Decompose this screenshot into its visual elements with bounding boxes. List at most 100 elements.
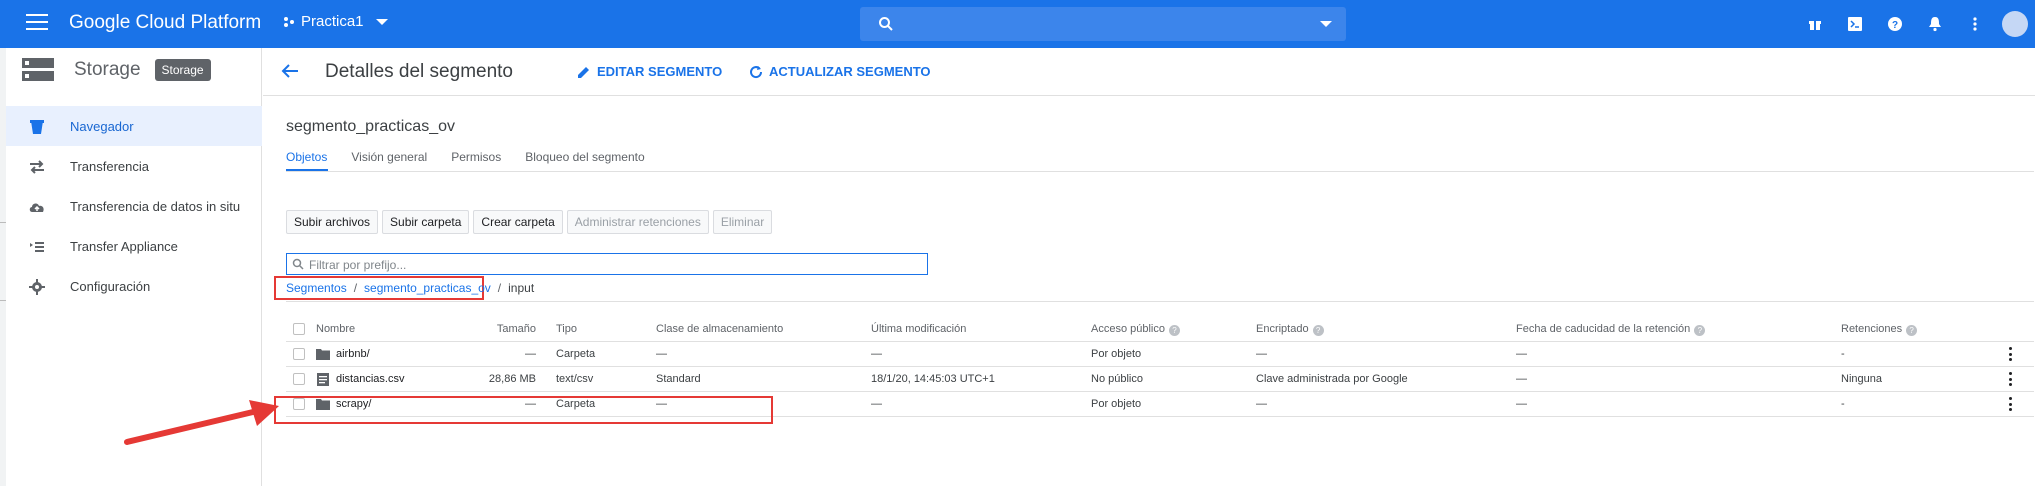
list-icon [30,242,44,252]
manage-retention-button[interactable]: Administrar retenciones [566,210,709,234]
object-actions: Subir archivos Subir carpeta Crear carpe… [286,210,773,234]
breadcrumb: Segmentos / segmento_practicas_ov / inpu… [274,276,534,300]
tab-bloqueo[interactable]: Bloqueo del segmento [525,150,644,164]
bucket-name: segmento_practicas_ov [286,118,455,135]
product-badge: Storage [154,59,211,81]
tab-objetos[interactable]: Objetos [286,150,327,164]
help-icon[interactable]: ? [1875,0,1915,48]
col-retention-expiry[interactable]: Fecha de caducidad de la retención? [1516,323,1706,336]
brand-title[interactable]: Google Cloud Platform [69,12,261,34]
tab-permisos[interactable]: Permisos [451,150,501,164]
row-menu-icon[interactable] [2009,372,2013,386]
svg-text:?: ? [1892,20,1898,31]
project-selector[interactable]: Practica1 [283,13,388,30]
page-header: Detalles del segmento EDITAR SEGMENTO AC… [263,48,2035,96]
breadcrumb-separator: / [353,281,358,295]
object-modified: — [871,348,882,360]
sidebar-item-label: Configuración [70,278,151,294]
object-retention-expiry: — [1516,348,1527,360]
object-holds: - [1841,348,1845,360]
object-encryption: — [1256,348,1267,360]
storage-icon [22,58,54,81]
create-folder-button[interactable]: Crear carpeta [473,210,563,234]
file-icon [317,373,329,386]
breadcrumb-bucket[interactable]: segmento_practicas_ov [364,281,491,295]
object-storage-class: — [656,348,667,360]
gear-icon [29,279,45,295]
gift-icon[interactable] [1795,0,1835,48]
sidebar-header: Storage Storage [6,48,261,92]
col-public-label: Acceso público [1091,323,1165,335]
object-type: text/csv [556,373,594,385]
sidebar-item-transferencia-in-situ[interactable]: Transferencia de datos in situ [6,186,262,226]
breadcrumb-separator: / [497,281,502,295]
refresh-icon [750,65,763,78]
object-public: Por objeto [1091,348,1142,360]
table-row[interactable]: airbnb/ — Carpeta — — Por objeto — — - [286,342,2034,367]
help-icon[interactable]: ? [1312,325,1324,336]
object-size: — [525,348,536,360]
col-modified[interactable]: Última modificación [871,323,966,335]
col-encryption[interactable]: Encriptado? [1256,323,1324,336]
search-dropdown-icon[interactable] [1320,21,1332,27]
col-storage-class[interactable]: Clase de almacenamiento [656,323,783,335]
col-holds-label: Retenciones [1841,323,1903,335]
cloud-upload-icon [29,203,44,212]
col-type[interactable]: Tipo [556,323,577,335]
object-storage-class: Standard [656,373,701,385]
back-arrow-icon[interactable] [281,63,299,79]
select-all-checkbox[interactable] [293,323,305,335]
tabs-divider [286,171,2034,172]
help-icon[interactable]: ? [1694,325,1706,336]
object-modified: — [871,398,882,410]
page-title: Detalles del segmento [325,61,513,82]
cloud-shell-icon[interactable] [1835,0,1875,48]
project-name: Practica1 [301,13,364,30]
refresh-bucket-label: ACTUALIZAR SEGMENTO [769,64,931,79]
object-encryption: Clave administrada por Google [1256,373,1408,385]
bucket-icon [30,120,44,134]
row-menu-icon[interactable] [2009,347,2013,361]
sidebar-item-transfer-appliance[interactable]: Transfer Appliance [6,226,262,266]
tab-vision-general[interactable]: Visión general [351,150,427,164]
row-checkbox[interactable] [293,373,305,385]
col-public[interactable]: Acceso público? [1091,323,1180,336]
menu-icon[interactable] [26,14,48,32]
object-holds: - [1841,398,1845,410]
row-menu-icon[interactable] [2009,397,2013,411]
more-vert-icon[interactable] [1955,0,1995,48]
col-holds[interactable]: Retenciones? [1841,323,1918,336]
table-row[interactable]: distancias.csv 28,86 MB text/csv Standar… [286,367,2034,392]
upload-files-button[interactable]: Subir archivos [286,210,379,234]
help-icon[interactable]: ? [1906,325,1918,336]
row-checkbox[interactable] [293,348,305,360]
sidebar-item-navegador[interactable]: Navegador [6,106,262,146]
object-name-link[interactable]: airbnb/ [336,348,370,360]
sidebar-item-transferencia[interactable]: Transferencia [6,146,262,186]
object-holds: Ninguna [1841,373,1882,385]
refresh-bucket-button[interactable]: ACTUALIZAR SEGMENTO [749,64,931,79]
sidebar-item-configuracion[interactable]: Configuración [6,266,262,306]
sidebar-title: Storage [74,59,141,80]
object-public: Por objeto [1091,398,1142,410]
upload-folder-button[interactable]: Subir carpeta [382,210,470,234]
sidebar-item-label: Navegador [70,118,134,134]
breadcrumb-root[interactable]: Segmentos [286,281,347,295]
edit-bucket-button[interactable]: EDITAR SEGMENTO [577,64,722,79]
bucket-tabs: Objetos Visión general Permisos Bloqueo … [286,150,645,164]
prefix-filter-input[interactable]: Filtrar por prefijo... [286,253,928,275]
object-name-link[interactable]: distancias.csv [336,373,404,385]
object-retention-expiry: — [1516,398,1527,410]
search-input[interactable] [860,7,1346,41]
sidebar-item-label: Transfer Appliance [70,238,178,254]
delete-button[interactable]: Eliminar [712,210,773,234]
search-icon [292,258,304,270]
notifications-icon[interactable] [1915,0,1955,48]
object-public: No público [1091,373,1143,385]
object-type: Carpeta [556,348,596,360]
edit-bucket-label: EDITAR SEGMENTO [597,64,723,79]
col-size[interactable]: Tamaño [486,323,536,335]
help-icon[interactable]: ? [1169,325,1180,336]
col-name[interactable]: Nombre [316,323,355,335]
avatar[interactable] [1995,0,2035,48]
